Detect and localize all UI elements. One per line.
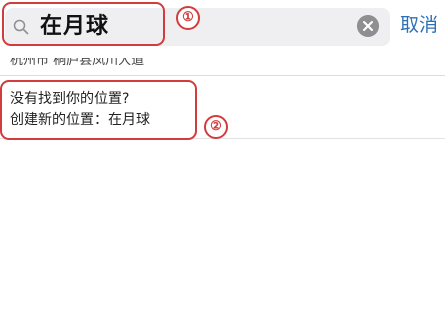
annotation-marker-1: ① <box>176 6 200 30</box>
address-text: 杭州市 桐庐县凤川大道 <box>10 58 145 68</box>
list-item-address[interactable]: 杭州市 桐庐县凤川大道 <box>0 58 445 76</box>
annotation-box-1 <box>2 2 165 46</box>
cancel-button[interactable]: 取消 <box>400 12 438 38</box>
annotation-marker-2: ② <box>204 115 228 139</box>
clear-icon[interactable] <box>357 15 379 37</box>
annotation-box-2 <box>0 80 197 140</box>
